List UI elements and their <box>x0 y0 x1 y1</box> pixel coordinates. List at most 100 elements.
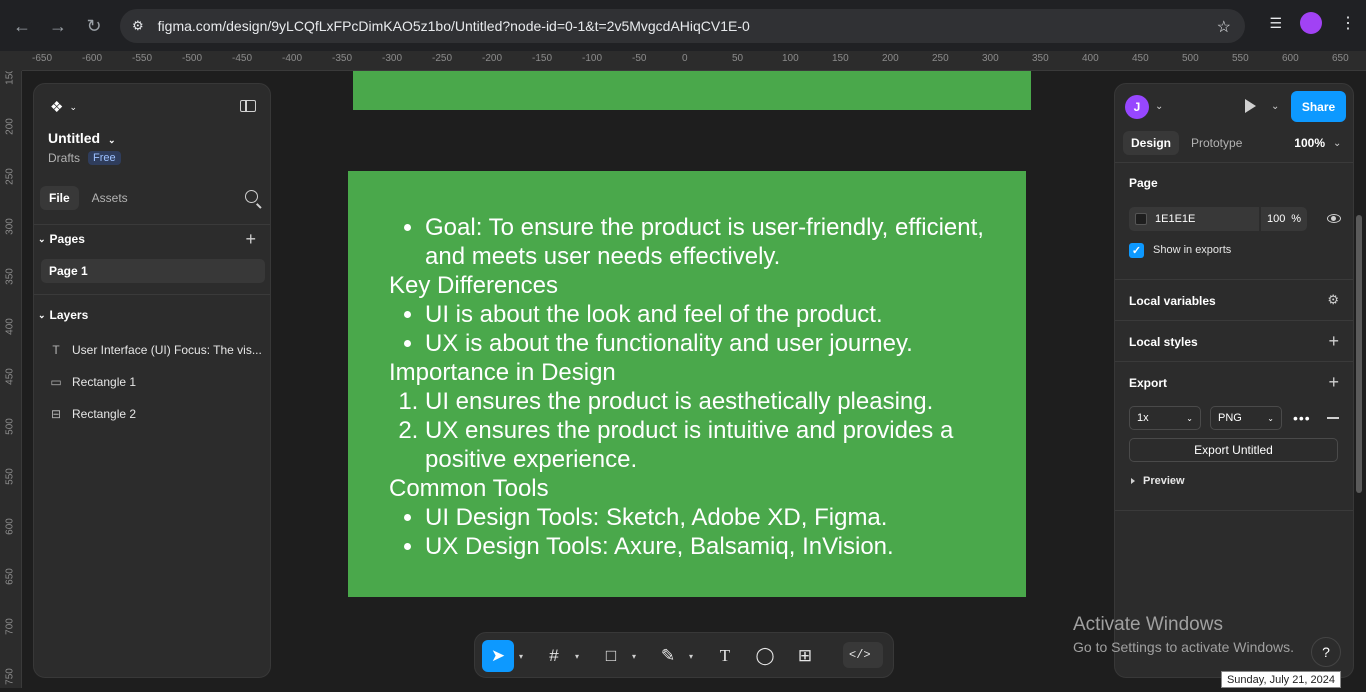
chevron-down-icon[interactable]: ▾ <box>575 652 579 661</box>
share-button[interactable]: Share <box>1291 91 1346 122</box>
chevron-down-icon: ⌄ <box>1267 413 1274 423</box>
pen-icon[interactable]: ✎ <box>652 640 684 672</box>
text-icon[interactable]: T <box>709 640 741 672</box>
background-opacity-field[interactable]: 100 % <box>1261 207 1307 231</box>
diff-item: UX is about the functionality and user j… <box>425 329 1009 358</box>
chevron-down-icon[interactable]: ⌄ <box>1333 138 1341 149</box>
ruler-tick-label: -650 <box>32 53 53 64</box>
local-variables-label[interactable]: Local variables <box>1129 294 1216 308</box>
address-bar[interactable]: ⚙ figma.com/design/9yLCQfLxFPcDimKAO5z1b… <box>120 9 1245 43</box>
chevron-down-icon[interactable]: ▾ <box>519 652 523 661</box>
chevron-down-icon[interactable]: ⌄ <box>1155 101 1163 112</box>
opacity-value[interactable]: 100 <box>1267 213 1285 225</box>
tab-assets[interactable]: Assets <box>83 186 137 210</box>
ruler-tick-label: -550 <box>132 53 153 64</box>
dev-mode-icon[interactable]: </> <box>843 642 883 668</box>
ruler-tick-label: 550 <box>1232 53 1249 64</box>
importance-item: UX ensures the product is intuitive and … <box>425 416 1009 474</box>
add-page-icon[interactable]: + <box>245 230 256 248</box>
divider <box>34 294 270 295</box>
sliders-icon[interactable]: ⚙ <box>1327 292 1339 308</box>
page-list-item[interactable]: Page 1 <box>41 259 265 283</box>
ruler-tick-label: 300 <box>982 53 999 64</box>
chevron-down-icon[interactable]: ▾ <box>632 652 636 661</box>
layer-item-rectangle-2[interactable]: ⊟ Rectangle 2 <box>50 403 264 425</box>
show-in-exports-checkbox[interactable]: ✓ <box>1129 243 1144 258</box>
chrome-menu-icon[interactable]: ⋮ <box>1340 13 1356 33</box>
ruler-tick-label: -350 <box>332 53 353 64</box>
left-tabs: File Assets <box>40 184 266 212</box>
bottom-toolbar: ➤ ▾ # ▾ □ ▾ ✎ ▾ T ◯ ⊞ </> <box>474 632 894 678</box>
url-text[interactable]: figma.com/design/9yLCQfLxFPcDimKAO5z1bo/… <box>158 18 750 34</box>
ruler-tick-label: 100 <box>782 53 799 64</box>
present-play-icon[interactable] <box>1245 99 1256 113</box>
toggle-ui-icon[interactable] <box>240 100 256 112</box>
add-style-icon[interactable]: + <box>1328 332 1339 350</box>
layers-header[interactable]: ⌄ Layers <box>38 308 88 322</box>
chevron-down-icon[interactable]: ▾ <box>689 652 693 661</box>
ruler-tick-label: -500 <box>182 53 203 64</box>
zoom-level[interactable]: 100% <box>1294 136 1325 150</box>
file-location: Drafts Free <box>48 151 121 165</box>
help-button[interactable]: ? <box>1311 637 1341 667</box>
ruler-tick-label: -400 <box>282 53 303 64</box>
ruler-corner <box>0 51 22 71</box>
color-swatch[interactable] <box>1135 213 1147 225</box>
move-icon[interactable]: ➤ <box>482 640 514 672</box>
bookmark-star-icon[interactable]: ☆ <box>1217 17 1231 37</box>
text-layer-icon: T <box>52 343 60 357</box>
importance-item: UI ensures the product is aesthetically … <box>425 387 1009 416</box>
site-info-icon[interactable]: ⚙ <box>132 18 144 34</box>
panel-scrollbar[interactable] <box>1356 215 1362 493</box>
background-color-field[interactable]: 1E1E1E <box>1129 207 1259 231</box>
eye-icon[interactable] <box>1327 214 1341 223</box>
rectangle-icon[interactable]: □ <box>595 640 627 672</box>
tab-file[interactable]: File <box>40 186 79 210</box>
local-styles-label[interactable]: Local styles <box>1129 335 1198 349</box>
preview-toggle[interactable]: Preview <box>1131 475 1185 487</box>
comment-icon[interactable]: ◯ <box>749 640 781 672</box>
layer-name: User Interface (UI) Focus: The vis... <box>72 343 262 357</box>
drafts-label[interactable]: Drafts <box>48 151 80 165</box>
export-button[interactable]: Export Untitled <box>1129 438 1338 462</box>
tools-item: UI Design Tools: Sketch, Adobe XD, Figma… <box>425 503 1009 532</box>
ruler-tick-label: 400 <box>4 318 16 335</box>
layer-item-rectangle-1[interactable]: ▭ Rectangle 1 <box>50 371 264 393</box>
ruler-top: -650 -600 -550 -500 -450 -400 -350 -300 -250 -200… <box>22 51 1366 71</box>
ruler-left: 150 200 250 300 350 400 450 500 550 600 650 700 750 <box>0 51 22 688</box>
add-export-icon[interactable]: + <box>1328 373 1339 391</box>
frame-icon[interactable]: # <box>538 640 570 672</box>
ruler-tick-label: 500 <box>4 418 16 435</box>
ruler-tick-label: 200 <box>882 53 899 64</box>
tab-design[interactable]: Design <box>1123 131 1180 155</box>
actions-icon[interactable]: ⊞ <box>789 640 821 672</box>
export-format-select[interactable]: PNG ⌄ <box>1210 406 1282 430</box>
color-hex[interactable]: 1E1E1E <box>1155 213 1195 225</box>
figma-menu-button[interactable]: ❖ ⌄ <box>50 98 77 116</box>
export-scale-select[interactable]: 1x ⌄ <box>1129 406 1201 430</box>
pages-header[interactable]: ⌄ Pages <box>38 232 85 246</box>
date-tooltip: Sunday, July 21, 2024 <box>1221 671 1341 688</box>
divider <box>1115 162 1353 163</box>
ruler-tick-label: 600 <box>4 518 16 535</box>
export-label: Export <box>1129 376 1168 390</box>
caret-right-icon <box>1131 478 1135 484</box>
tab-prototype[interactable]: Prototype <box>1183 131 1250 155</box>
user-avatar[interactable]: J <box>1125 95 1149 119</box>
file-title[interactable]: Untitled ⌄ <box>48 130 116 146</box>
rectangle-1-shape[interactable] <box>353 71 1031 110</box>
search-icon[interactable] <box>245 190 258 203</box>
chevron-down-icon[interactable]: ⌄ <box>1271 101 1279 112</box>
ruler-tick-label: 650 <box>1332 53 1349 64</box>
profile-avatar[interactable] <box>1300 12 1322 34</box>
remove-export-icon[interactable] <box>1327 417 1339 419</box>
media-control-icon[interactable]: ☰ <box>1269 15 1282 32</box>
reload-icon[interactable]: ↻ <box>76 8 112 44</box>
back-icon[interactable]: ← <box>4 8 40 44</box>
layer-item-text[interactable]: T User Interface (UI) Focus: The vis... <box>50 339 264 361</box>
forward-icon[interactable]: → <box>40 8 76 44</box>
heading-common-tools: Common Tools <box>389 475 549 502</box>
percent-sign: % <box>1291 213 1301 225</box>
more-options-icon[interactable]: ••• <box>1293 410 1311 426</box>
canvas-text-layer[interactable]: Goal: To ensure the product is user-frie… <box>389 213 1009 561</box>
